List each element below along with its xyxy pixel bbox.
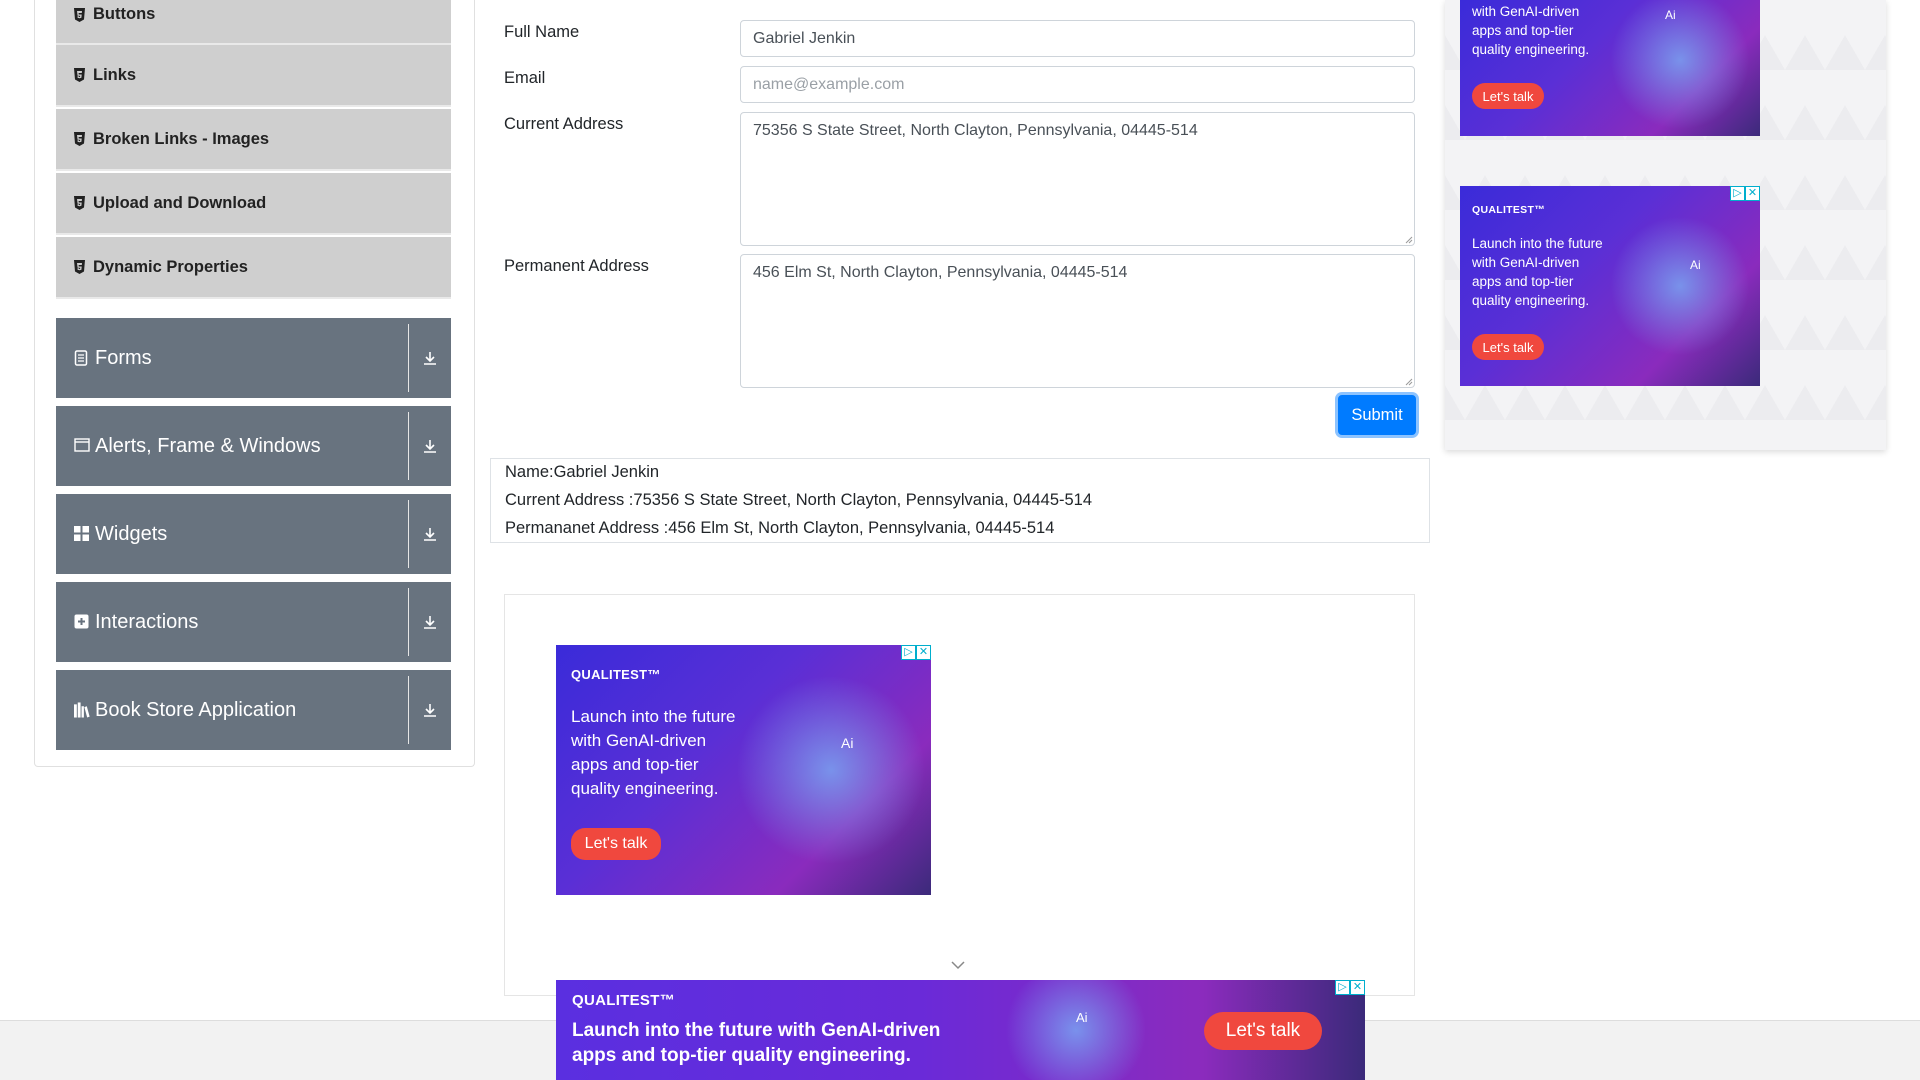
ad-copy-line: quality engineering. [571,779,719,798]
ad-copy-line: Launch into the future [1472,236,1603,251]
ad-badge[interactable]: ▷ ✕ [1335,980,1365,995]
html5-icon [74,7,85,22]
group-label: Book Store Application [95,698,297,721]
group-alerts-frames-windows[interactable]: Alerts, Frame & Windows [56,406,451,486]
permanent-address-textarea[interactable]: 456 Elm St, North Clayton, Pennsylvania,… [740,254,1415,388]
sidebar-item-label: Links [93,65,137,84]
download-icon[interactable] [409,494,451,574]
download-icon[interactable] [409,318,451,398]
ad-cta-button[interactable]: Let's talk [571,828,661,860]
output-current-address: Current Address :75356 S State Street, N… [505,491,1093,509]
group-label: Alerts, Frame & Windows [95,434,321,457]
permanent-address-label: Permanent Address [504,257,649,275]
ad-copy-line: apps and top-tier [1472,23,1574,38]
sidebar-item-label: Broken Links - Images [93,129,270,148]
ad-badge[interactable]: ▷ ✕ [901,645,931,660]
sidebar-item-label: Buttons [93,5,156,23]
ad-copy-line: Launch into the future [571,707,736,726]
ad-info-icon[interactable]: ▷ [1730,186,1745,201]
email-input[interactable]: name@example.com [740,66,1415,103]
current-address-label: Current Address [504,115,624,133]
sidebar-item-broken-links[interactable]: Broken Links - Images [56,109,451,171]
output-panel: Name:Gabriel Jenkin Current Address :753… [490,458,1430,543]
download-icon[interactable] [409,406,451,486]
resize-grip-icon[interactable] [1404,377,1413,386]
ad-robot-icon: Ai [841,735,854,751]
ad-info-icon[interactable]: ▷ [1335,980,1350,995]
ad-copy-line: Launch into the future with GenAI-driven [572,1020,941,1041]
ad-copy-line: quality engineering. [1472,293,1590,308]
download-icon[interactable] [409,582,451,662]
close-icon[interactable]: ✕ [1350,980,1365,995]
ad-hand-image [996,980,1156,1080]
output-name: Name:Gabriel Jenkin [505,463,660,481]
group-label: Interactions [95,610,199,633]
html5-icon [74,196,85,210]
ad-robot-icon: Ai [1665,8,1676,22]
ad-hand-image [1610,216,1750,356]
sidebar-item-label: Dynamic Properties [93,257,248,276]
advertisement[interactable]: ▷ ✕ QUALITEST™ Launch into the future wi… [1460,186,1760,386]
sidebar-item-links[interactable]: Links [56,45,451,107]
close-icon[interactable]: ✕ [916,645,931,660]
books-icon [74,702,90,718]
ad-robot-icon: Ai [1690,258,1701,272]
ad-hand-image [736,675,926,865]
sidebar-item-upload-download[interactable]: Upload and Download [56,173,451,235]
output-permanent-address: Permananet Address :456 Elm St, North Cl… [505,519,1055,537]
sidebar-item-buttons[interactable]: Buttons [56,0,451,45]
ad-copy-line: apps and top-tier quality engineering. [572,1045,911,1066]
ad-hand-image [1610,0,1750,130]
ad-copy-line: with GenAI-driven [1472,4,1580,19]
advertisement[interactable]: ▷ ✕ QUALITEST™ Launch into the future wi… [556,645,931,895]
download-icon[interactable] [409,670,451,750]
ad-cta-button[interactable]: Let's talk [1472,83,1544,109]
group-label: Widgets [95,522,168,545]
ad-copy-line: with GenAI-driven [1472,255,1580,270]
sidebar-item-label: Upload and Download [93,193,267,212]
ad-info-icon[interactable]: ▷ [901,645,916,660]
bottom-banner-ad[interactable]: ▷ ✕ QUALITEST™ Launch into the future wi… [556,980,1365,1080]
window-icon [74,438,90,454]
ad-copy-line: apps and top-tier [1472,274,1574,289]
ad-robot-icon: Ai [1076,1010,1088,1025]
document-icon [74,350,90,366]
html5-icon [74,132,85,146]
current-address-textarea[interactable]: 75356 S State Street, North Clayton, Pen… [740,112,1415,246]
ad-copy-line: quality engineering. [1472,42,1590,57]
html5-icon [74,260,85,274]
group-book-store[interactable]: Book Store Application [56,670,451,750]
group-widgets[interactable]: Widgets [56,494,451,574]
full-name-input[interactable]: Gabriel Jenkin [740,20,1415,57]
group-interactions[interactable]: Interactions [56,582,451,662]
sidebar-item-dynamic-properties[interactable]: Dynamic Properties [56,237,451,299]
submit-button[interactable]: Submit [1338,395,1416,435]
resize-grip-icon[interactable] [1404,235,1413,244]
ad-brand: QUALITEST™ [572,992,675,1009]
group-forms[interactable]: Forms [56,318,451,398]
full-name-label: Full Name [504,23,580,41]
advertisement[interactable]: with GenAI-driven apps and top-tier qual… [1460,0,1760,136]
widgets-icon [74,526,90,542]
ad-brand: QUALITEST™ [571,667,661,682]
ad-brand: QUALITEST™ [1472,204,1545,216]
ad-copy-line: apps and top-tier [571,755,699,774]
sidebar: Buttons Links Broken Links - Images Uplo… [34,0,475,767]
ad-cta-button[interactable]: Let's talk [1472,334,1544,360]
ad-copy-line: with GenAI-driven [571,731,707,750]
interactions-icon [74,614,90,630]
chevron-down-icon[interactable] [950,960,966,970]
ad-badge[interactable]: ▷ ✕ [1730,186,1760,201]
html5-icon [74,68,85,82]
ad-cta-button[interactable]: Let's talk [1204,1012,1322,1050]
group-label: Forms [95,346,152,369]
email-label: Email [504,69,546,87]
close-icon[interactable]: ✕ [1745,186,1760,201]
